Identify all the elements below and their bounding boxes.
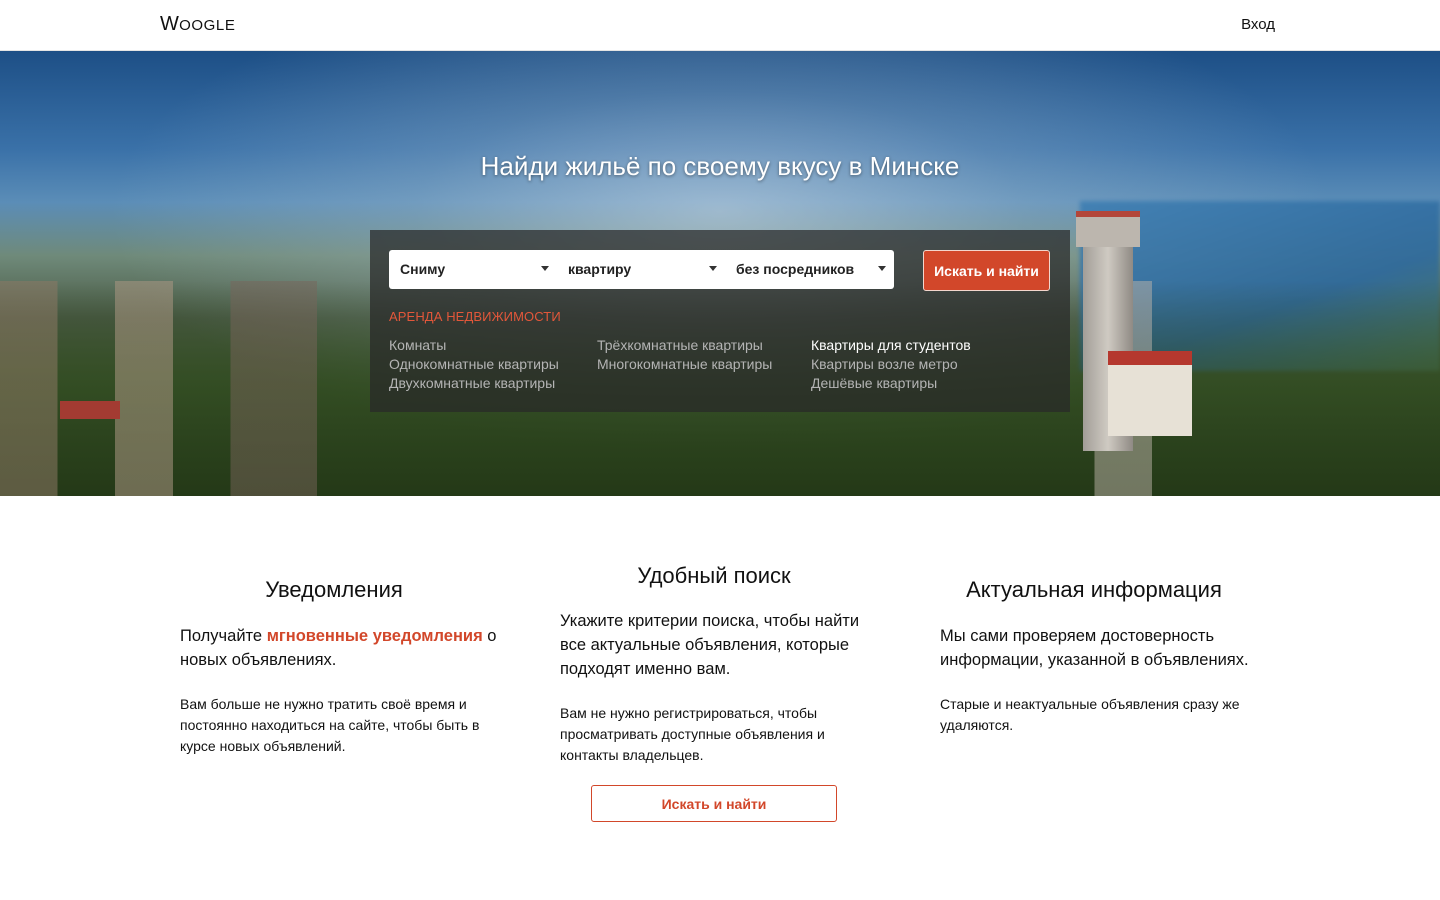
action-select[interactable]: Сниму xyxy=(389,250,557,289)
category-link-near-metro[interactable]: Квартиры возле метро xyxy=(811,355,971,374)
property-type-select-value: квартиру xyxy=(568,261,632,277)
feature-description: Вам не нужно регистрироваться, чтобы про… xyxy=(560,705,825,763)
feature-lead-start: Получайте xyxy=(180,627,267,645)
category-link-multi-room[interactable]: Многокомнатные квартиры xyxy=(597,355,772,374)
category-heading: Аренда недвижимости xyxy=(389,309,561,324)
category-links-column-3: Квартиры для студентов Квартиры возле ме… xyxy=(811,336,971,393)
search-filters: Сниму квартиру без посредников xyxy=(389,250,894,289)
search-button[interactable]: Искать и найти xyxy=(923,250,1050,291)
feature-title: Уведомления xyxy=(265,577,403,602)
category-link-1-room[interactable]: Однокомнатные квартиры xyxy=(389,355,559,374)
logo-rest: OOGLE xyxy=(179,17,236,34)
category-link-3-room[interactable]: Трёхкомнатные квартиры xyxy=(597,336,772,355)
category-link-cheap[interactable]: Дешёвые квартиры xyxy=(811,374,971,393)
feature-convenient-search: Удобный поиск Укажите критерии поиска, ч… xyxy=(560,563,880,766)
category-links-column-2: Трёхкомнатные квартиры Многокомнатные кв… xyxy=(597,336,772,374)
chevron-down-icon xyxy=(878,266,886,271)
chevron-down-icon xyxy=(541,266,549,271)
hero-background-house xyxy=(1108,351,1192,436)
feature-title: Удобный поиск xyxy=(637,563,791,588)
login-link[interactable]: Вход xyxy=(1241,16,1275,33)
feature-notifications: Уведомления Получайте мгновенные уведомл… xyxy=(180,577,500,757)
feature-lead: Укажите критерии поиска, чтобы найти все… xyxy=(560,612,860,678)
category-link-2-room[interactable]: Двухкомнатные квартиры xyxy=(389,374,559,393)
hero-title: Найди жильё по своему вкусу в Минске xyxy=(480,151,960,181)
hero-background-roof xyxy=(60,401,120,419)
site-logo[interactable]: WOOGLE xyxy=(160,13,235,36)
action-select-value: Сниму xyxy=(400,261,446,277)
hero-background-tower-top xyxy=(1076,211,1140,247)
hero-banner: Найди жильё по своему вкусу в Минске Сни… xyxy=(0,51,1440,496)
category-links-column-1: Комнаты Однокомнатные квартиры Двухкомна… xyxy=(389,336,559,393)
agent-filter-select[interactable]: без посредников xyxy=(725,250,894,289)
category-link-students[interactable]: Квартиры для студентов xyxy=(811,336,971,355)
feature-title: Актуальная информация xyxy=(966,577,1222,602)
property-type-select[interactable]: квартиру xyxy=(557,250,725,289)
feature-lead-accent: мгновенные уведомления xyxy=(266,627,483,645)
feature-lead: Мы сами проверяем достоверность информац… xyxy=(940,627,1249,669)
search-panel: Сниму квартиру без посредников Искать и … xyxy=(370,230,1070,412)
agent-filter-select-value: без посредников xyxy=(736,261,855,277)
logo-initial: W xyxy=(160,13,180,35)
bottom-search-button[interactable]: Искать и найти xyxy=(591,785,837,822)
top-navbar: WOOGLE Вход xyxy=(0,0,1440,51)
feature-lead: Получайте мгновенные уведомления о новых… xyxy=(180,624,500,672)
category-link-rooms[interactable]: Комнаты xyxy=(389,336,559,355)
feature-description: Старые и неактуальные объявления сразу ж… xyxy=(940,696,1240,733)
feature-actual-info: Актуальная информация Мы сами проверяем … xyxy=(940,577,1260,736)
feature-description: Вам больше не нужно тратить своё время и… xyxy=(180,696,480,754)
chevron-down-icon xyxy=(709,266,717,271)
